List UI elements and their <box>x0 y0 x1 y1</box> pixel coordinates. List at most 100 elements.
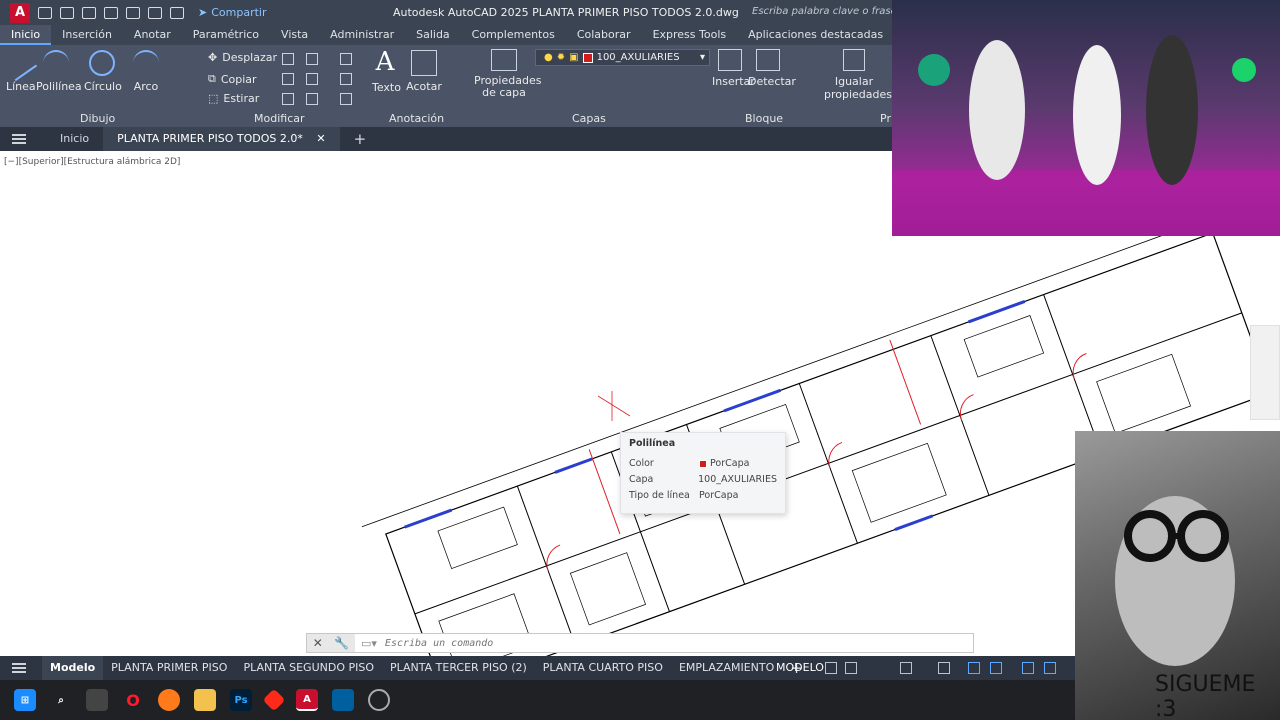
opera-icon[interactable]: O <box>122 689 144 711</box>
tab-model[interactable]: Modelo <box>42 656 104 680</box>
model-space-button[interactable]: MODELO <box>776 661 824 674</box>
tooltip-value-text: PorCapa <box>710 458 750 469</box>
dimension-tool-label: Acotar <box>406 80 442 93</box>
ribbon-tab-9[interactable]: Express Tools <box>642 25 738 45</box>
annotation-visibility-icon[interactable] <box>1044 662 1056 674</box>
rotate-icon[interactable] <box>282 53 294 65</box>
array-icon[interactable] <box>306 93 318 105</box>
ribbon-tab-8[interactable]: Colaborar <box>566 25 642 45</box>
stretch-icon: ⬚ <box>208 92 219 105</box>
autodesk-icon[interactable] <box>262 688 286 712</box>
tab-layout-1[interactable]: PLANTA PRIMER PISO <box>103 656 235 680</box>
command-input[interactable] <box>384 637 945 649</box>
redo-icon[interactable] <box>170 6 184 19</box>
chrome-icon[interactable] <box>368 689 390 711</box>
search-input[interactable]: Escriba palabra clave o frase <box>752 4 902 21</box>
insert-block-tool[interactable]: Insertar <box>712 49 755 88</box>
new-tab-icon[interactable]: + <box>340 127 381 151</box>
tooltip-value: 100_AXULIARIES <box>698 474 777 485</box>
snap-icon[interactable] <box>845 662 857 674</box>
dimension-tool[interactable]: Acotar <box>406 50 442 93</box>
ribbon-tab-7[interactable]: Complementos <box>461 25 566 45</box>
ribbon-tab-2[interactable]: Anotar <box>123 25 182 45</box>
annotation-scale-icon[interactable] <box>1022 662 1034 674</box>
match-properties-tool[interactable]: Igualar propiedades <box>824 49 892 101</box>
copy-tool[interactable]: ⧉ Copiar <box>208 72 257 86</box>
group-label-anotacion[interactable]: Anotación <box>389 112 444 125</box>
tab-layout-4[interactable]: PLANTA CUARTO PISO <box>535 656 671 680</box>
ribbon-tab-5[interactable]: Administrar <box>319 25 405 45</box>
ribbon-tab-4[interactable]: Vista <box>270 25 319 45</box>
photoshop-icon[interactable]: Ps <box>230 689 252 711</box>
circle-tool-label: Círculo <box>84 80 122 93</box>
osnap-icon[interactable] <box>938 662 950 674</box>
new-file-icon[interactable] <box>38 6 52 19</box>
tab-layout-5[interactable]: EMPLAZAMIENTO <box>671 656 782 680</box>
group-label-capas[interactable]: Capas <box>572 112 606 125</box>
group-label-dibujo[interactable]: Dibujo <box>80 112 115 125</box>
grid-icon[interactable] <box>825 662 837 674</box>
circle-tool[interactable]: Círculo <box>84 50 122 93</box>
autocad-logo-icon[interactable]: A <box>10 2 30 23</box>
layout-tabs: Modelo PLANTA PRIMER PISO PLANTA SEGUNDO… <box>0 656 1075 680</box>
windows-icon[interactable]: ⊞ <box>14 689 36 711</box>
erase-icon[interactable] <box>340 53 352 65</box>
wrench-icon[interactable]: 🔧 <box>334 636 349 650</box>
explode-icon[interactable] <box>340 73 352 85</box>
viewport-label[interactable]: [−][Superior][Estructura alámbrica 2D] <box>4 157 180 167</box>
mirror-icon[interactable] <box>282 73 294 85</box>
tab-layout-2[interactable]: PLANTA SEGUNDO PISO <box>235 656 382 680</box>
ribbon-tab-10[interactable]: Aplicaciones destacadas <box>737 25 894 45</box>
task-view-icon[interactable] <box>86 689 108 711</box>
close-icon[interactable]: ✕ <box>313 636 323 650</box>
open-file-icon[interactable] <box>60 6 74 19</box>
menu-icon[interactable] <box>12 134 26 144</box>
scale-icon[interactable] <box>282 93 294 105</box>
detect-tool[interactable]: Detectar <box>748 49 796 88</box>
share-button[interactable]: ➤ Compartir <box>198 6 266 19</box>
text-tool[interactable]: A Texto <box>372 47 401 94</box>
ribbon-tab-0[interactable]: Inicio <box>0 25 52 45</box>
polar-icon[interactable] <box>900 662 912 674</box>
layer-properties-tool[interactable]: Propiedades de capa <box>474 49 541 99</box>
group-label-bloque[interactable]: Bloque <box>745 112 783 125</box>
firefox-icon[interactable] <box>158 689 180 711</box>
webcam-overlay <box>892 0 1280 236</box>
polyline-tool[interactable]: Polilínea <box>36 50 82 93</box>
undo-icon[interactable] <box>148 6 162 19</box>
group-label-modificar[interactable]: Modificar <box>254 112 305 125</box>
close-icon[interactable]: ✕ <box>316 132 325 145</box>
save-as-icon[interactable] <box>104 6 118 19</box>
search-icon[interactable]: ⌕ <box>50 689 72 711</box>
tooltip-row-linetype: Tipo de línea PorCapa <box>629 490 777 501</box>
move-tool[interactable]: ✥ Desplazar <box>208 51 277 64</box>
polyline-icon <box>43 50 69 76</box>
trim-icon[interactable] <box>306 53 318 65</box>
sketchup-icon[interactable] <box>332 689 354 711</box>
tab-inicio[interactable]: Inicio <box>46 127 103 151</box>
plot-icon[interactable] <box>126 6 140 19</box>
tab-layout-3[interactable]: PLANTA TERCER PISO (2) <box>382 656 535 680</box>
ribbon-tab-1[interactable]: Inserción <box>51 25 123 45</box>
arc-tool[interactable]: Arco <box>132 50 160 93</box>
stretch-tool[interactable]: ⬚ Estirar <box>208 92 259 105</box>
folder-icon[interactable] <box>194 689 216 711</box>
tooltip-key: Tipo de línea <box>629 490 690 501</box>
arc-tool-label: Arco <box>133 80 159 93</box>
navigation-bar[interactable] <box>1250 325 1280 420</box>
dimension-icon <box>411 50 437 76</box>
layouts-menu-icon[interactable] <box>12 663 26 673</box>
object-snap-tracking-icon[interactable] <box>968 662 980 674</box>
autocad-icon[interactable]: A <box>296 689 318 711</box>
ribbon-tab-6[interactable]: Salida <box>405 25 461 45</box>
person <box>1073 45 1121 185</box>
offset-icon[interactable] <box>340 93 352 105</box>
ribbon-tab-3[interactable]: Paramétrico <box>182 25 270 45</box>
fillet-icon[interactable] <box>306 73 318 85</box>
layer-color-swatch <box>582 52 593 63</box>
tab-current-drawing[interactable]: PLANTA PRIMER PISO TODOS 2.0* ✕ <box>103 127 340 151</box>
selection-cycling-icon[interactable] <box>990 662 1002 674</box>
save-icon[interactable] <box>82 6 96 19</box>
line-tool[interactable]: Línea <box>0 44 38 93</box>
layer-dropdown[interactable]: ● ✹ ▣ 100_AXULIARIES ▾ <box>535 49 710 66</box>
